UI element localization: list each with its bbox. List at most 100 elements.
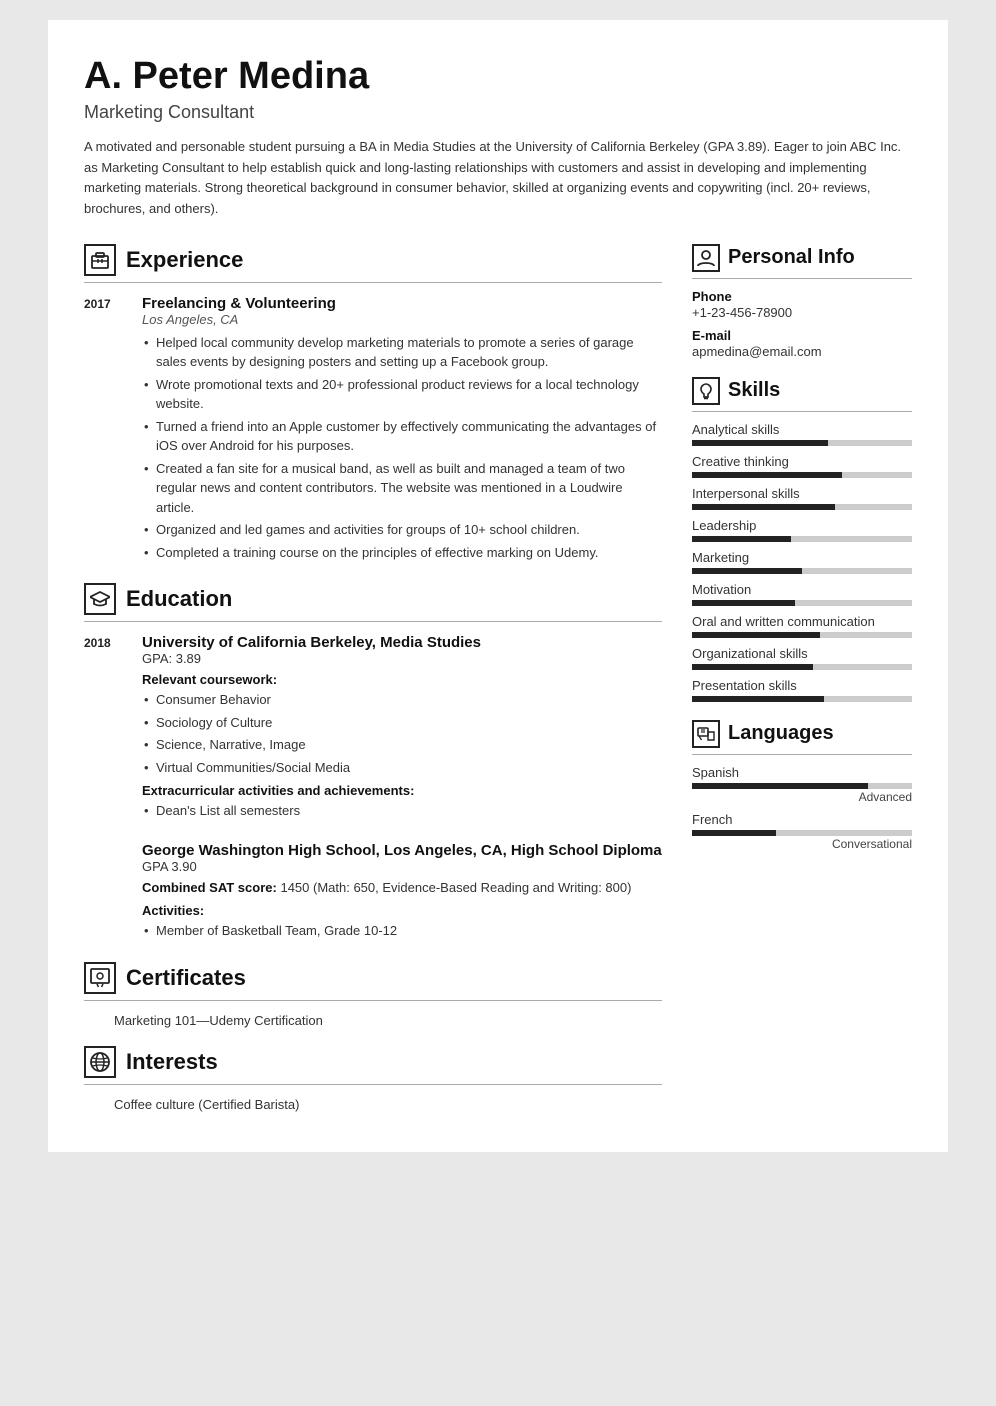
language-bar-bg (692, 830, 912, 836)
skill-item: Presentation skills (692, 678, 912, 702)
skill-item: Marketing (692, 550, 912, 574)
skills-icon (692, 377, 720, 405)
sat-text: Combined SAT score: 1450 (Math: 650, Evi… (142, 878, 662, 898)
interests-section-header: Interests (84, 1046, 662, 1078)
skill-item: Motivation (692, 582, 912, 606)
education-title: Education (126, 586, 232, 612)
skill-bar-bg (692, 632, 912, 638)
list-item: Created a fan site for a musical band, a… (142, 459, 662, 518)
skill-bar-bg (692, 504, 912, 510)
skill-item: Leadership (692, 518, 912, 542)
skill-bar-fill (692, 696, 824, 702)
skill-name: Oral and written communication (692, 614, 912, 629)
skill-name: Creative thinking (692, 454, 912, 469)
interests-divider (84, 1084, 662, 1085)
skills-divider (692, 411, 912, 412)
skill-bar-fill (692, 472, 842, 478)
language-bar-fill (692, 830, 776, 836)
extra-label: Extracurricular activities and achieveme… (142, 783, 662, 798)
phone-label: Phone (692, 289, 912, 304)
list-item: Wrote promotional texts and 20+ professi… (142, 375, 662, 414)
main-layout: Experience 2017 Freelancing & Volunteeri… (84, 244, 912, 1112)
extra-list: Dean's List all semesters (142, 801, 662, 821)
skill-name: Organizational skills (692, 646, 912, 661)
edu-content-2: George Washington High School, Los Angel… (142, 842, 662, 944)
skill-bar-bg (692, 472, 912, 478)
education-divider (84, 621, 662, 622)
skill-bar-fill (692, 664, 813, 670)
skill-bar-fill (692, 504, 835, 510)
languages-list: Spanish Advanced French Conversational (692, 765, 912, 851)
skill-item: Oral and written communication (692, 614, 912, 638)
sat-label: Combined SAT score: (142, 880, 277, 895)
personal-info-icon (692, 244, 720, 272)
skill-bar-bg (692, 600, 912, 606)
summary-text: A motivated and personable student pursu… (84, 137, 912, 220)
experience-icon (84, 244, 116, 276)
skills-list: Analytical skills Creative thinking Inte… (692, 422, 912, 702)
experience-entry-1: 2017 Freelancing & Volunteering Los Ange… (84, 295, 662, 566)
skill-name: Leadership (692, 518, 912, 533)
language-name: Spanish (692, 765, 912, 780)
list-item: Helped local community develop marketing… (142, 333, 662, 372)
right-column: Personal Info Phone +1-23-456-78900 E-ma… (692, 244, 912, 1112)
list-item: Virtual Communities/Social Media (142, 758, 662, 778)
skill-name: Motivation (692, 582, 912, 597)
candidate-title: Marketing Consultant (84, 102, 912, 123)
language-item: Spanish Advanced (692, 765, 912, 804)
coursework-label: Relevant coursework: (142, 672, 662, 687)
experience-section-header: Experience (84, 244, 662, 276)
experience-year: 2017 (84, 295, 122, 566)
list-item: Sociology of Culture (142, 713, 662, 733)
education-icon (84, 583, 116, 615)
language-name: French (692, 812, 912, 827)
experience-content: Freelancing & Volunteering Los Angeles, … (142, 295, 662, 566)
experience-divider (84, 282, 662, 283)
certificates-title: Certificates (126, 965, 246, 991)
edu-year-2 (84, 842, 122, 944)
skill-bar-bg (692, 664, 912, 670)
list-item: Consumer Behavior (142, 690, 662, 710)
education-entry-2: George Washington High School, Los Angel… (84, 842, 662, 944)
list-item: Member of Basketball Team, Grade 10-12 (142, 921, 662, 941)
edu-gpa-1: GPA: 3.89 (142, 651, 662, 666)
skill-bar-fill (692, 632, 820, 638)
skill-bar-fill (692, 440, 828, 446)
languages-divider (692, 754, 912, 755)
languages-title: Languages (728, 722, 834, 745)
edu-content-1: University of California Berkeley, Media… (142, 634, 662, 824)
experience-title: Experience (126, 247, 243, 273)
personal-info-title: Personal Info (728, 246, 855, 269)
skill-item: Organizational skills (692, 646, 912, 670)
phone-value: +1-23-456-78900 (692, 305, 912, 320)
personal-info-header: Personal Info (692, 244, 912, 272)
edu-degree-2: George Washington High School, Los Angel… (142, 842, 662, 859)
language-item: French Conversational (692, 812, 912, 851)
experience-location: Los Angeles, CA (142, 312, 662, 327)
skill-item: Interpersonal skills (692, 486, 912, 510)
experience-bullets: Helped local community develop marketing… (142, 333, 662, 563)
resume-document: A. Peter Medina Marketing Consultant A m… (48, 20, 948, 1152)
skill-item: Analytical skills (692, 422, 912, 446)
coursework-list: Consumer Behavior Sociology of Culture S… (142, 690, 662, 777)
language-bar-fill (692, 783, 868, 789)
list-item: Completed a training course on the princ… (142, 543, 662, 563)
personal-info-divider (692, 278, 912, 279)
experience-job-title: Freelancing & Volunteering (142, 295, 662, 312)
activities-list: Member of Basketball Team, Grade 10-12 (142, 921, 662, 941)
email-label: E-mail (692, 328, 912, 343)
certificates-section-header: Certificates (84, 962, 662, 994)
list-item: Organized and led games and activities f… (142, 520, 662, 540)
skill-name: Marketing (692, 550, 912, 565)
skill-name: Interpersonal skills (692, 486, 912, 501)
education-section-header: Education (84, 583, 662, 615)
activities-label: Activities: (142, 903, 662, 918)
certificate-item: Marketing 101—Udemy Certification (84, 1013, 662, 1028)
skill-bar-bg (692, 440, 912, 446)
skill-bar-bg (692, 696, 912, 702)
certificates-icon (84, 962, 116, 994)
skills-title: Skills (728, 379, 780, 402)
sat-value: 1450 (Math: 650, Evidence-Based Reading … (280, 880, 631, 895)
skill-bar-bg (692, 536, 912, 542)
skill-item: Creative thinking (692, 454, 912, 478)
